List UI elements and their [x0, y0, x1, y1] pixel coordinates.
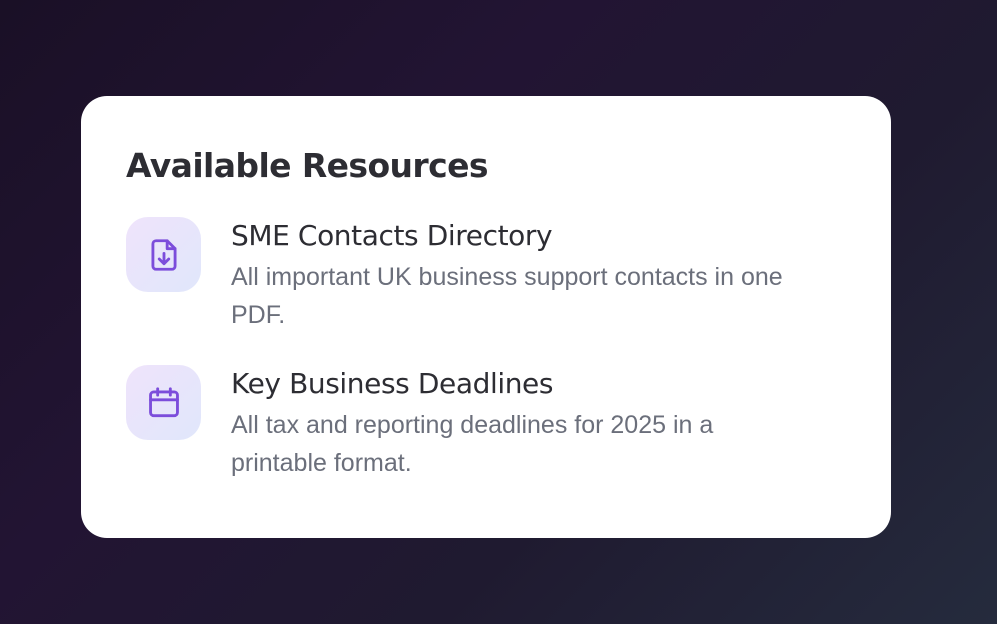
resource-description: All tax and reporting deadlines for 2025…: [231, 411, 714, 477]
card-title: Available Resources: [126, 146, 489, 185]
file-download-icon: [126, 217, 201, 292]
resource-text: SME Contacts Directory All important UK …: [231, 220, 791, 334]
resources-card: Available Resources SME Contacts Directo…: [81, 96, 891, 538]
resource-text: Key Business Deadlines All tax and repor…: [231, 368, 791, 482]
resource-title[interactable]: SME Contacts Directory: [231, 220, 791, 252]
resource-title[interactable]: Key Business Deadlines: [231, 368, 791, 400]
calendar-icon: [126, 365, 201, 440]
resource-list: SME Contacts Directory All important UK …: [126, 217, 846, 482]
resource-description: All important UK business support contac…: [231, 263, 783, 329]
resource-item-key-deadlines[interactable]: Key Business Deadlines All tax and repor…: [126, 365, 846, 482]
resource-item-sme-contacts[interactable]: SME Contacts Directory All important UK …: [126, 217, 846, 334]
